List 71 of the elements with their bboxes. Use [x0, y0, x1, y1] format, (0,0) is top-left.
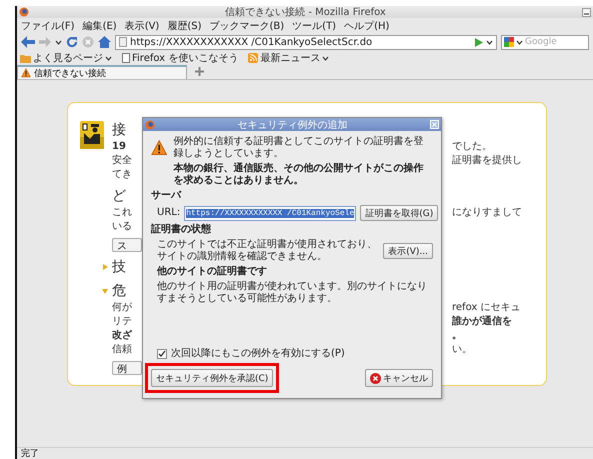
- page-text: 証明書を提供し: [452, 154, 523, 167]
- plus-icon[interactable]: [195, 67, 204, 76]
- dialog-message: 例外的に信頼する証明書としてこのサイトの証明書を登録しようとしています。: [173, 136, 424, 160]
- back-arrow-icon[interactable]: [21, 36, 35, 48]
- page-text: 。: [452, 329, 463, 342]
- page-button[interactable]: 例: [112, 361, 142, 375]
- firefox-logo-icon: [19, 7, 29, 17]
- caret-icon[interactable]: [322, 56, 330, 60]
- menu-item[interactable]: 履歴(S): [167, 18, 202, 32]
- caret-icon[interactable]: [55, 40, 62, 44]
- page-text: になりすまして: [452, 206, 523, 219]
- page-text: いる: [112, 220, 133, 233]
- page-heading: 接: [112, 121, 127, 139]
- page-text: これ: [112, 206, 133, 219]
- cancel-button[interactable]: キャンセル: [365, 369, 433, 387]
- bookmark-link[interactable]: 最新ニュース: [260, 51, 320, 65]
- dialog-title: セキュリティ例外の追加: [236, 118, 348, 132]
- get-certificate-button[interactable]: 証明書を取得(G): [360, 205, 438, 221]
- status-text: 完了: [17, 447, 593, 459]
- page-text: 誰かが通信を: [452, 314, 513, 328]
- search-field[interactable]: Google: [501, 34, 589, 50]
- warning-icon: [21, 68, 31, 78]
- section-heading[interactable]: 技: [112, 258, 126, 276]
- problem-heading: 他のサイトの証明書です: [157, 266, 267, 278]
- cancel-icon: [370, 372, 381, 384]
- checkbox[interactable]: [157, 349, 167, 359]
- section-heading[interactable]: 危: [112, 282, 126, 300]
- page-heading: ど: [112, 187, 127, 205]
- page-text: 安全: [112, 154, 133, 167]
- section-label: サーバ: [151, 190, 182, 202]
- menu-item[interactable]: ファイル(F): [21, 18, 75, 32]
- page-text: refox にセキュ: [452, 301, 522, 314]
- page-text: 19: [112, 140, 127, 152]
- problem-text: 他のサイト用の証明書が使われています。別のサイトになりすまそうとしている可能性があります。: [157, 281, 428, 305]
- page-text: 何が: [112, 301, 133, 314]
- menu-item[interactable]: ヘルプ(H): [344, 18, 390, 32]
- page-button[interactable]: ス: [112, 238, 142, 252]
- menu-item[interactable]: 表示(V): [124, 18, 160, 32]
- reload-icon[interactable]: [66, 36, 78, 48]
- url-label: URL:: [157, 207, 180, 219]
- page-text: 改ざ: [112, 328, 134, 342]
- officer-icon: [80, 121, 104, 149]
- browser-tab[interactable]: 信頼できない接続: [17, 65, 187, 79]
- page-text: い。: [452, 343, 473, 356]
- feed-icon: [248, 53, 258, 63]
- firefox-logo-icon: [145, 120, 155, 130]
- caret-icon[interactable]: [486, 40, 493, 44]
- folder-icon: [20, 54, 31, 62]
- dialog-warning: 本物の銀行、通信販売、その他の公開サイトがこの操作を求めることはありません。: [173, 163, 424, 187]
- bookmark-link[interactable]: Firefox を使いこなそう: [132, 51, 238, 65]
- menu-item[interactable]: 編集(E): [82, 18, 117, 32]
- page-text: 信頼: [112, 342, 133, 356]
- url-field[interactable]: https://XXXXXXXXXXXX /C01KankyoSelectScr.do: [115, 34, 497, 50]
- menu-item[interactable]: ツール(T): [292, 18, 336, 32]
- checkbox-label[interactable]: 次回以降にもこの例外を有効にする(P): [171, 348, 345, 360]
- status-text: このサイトでは不正な証明書が使用されており、サイトの識別情報を確認できません。: [157, 239, 378, 263]
- url-input[interactable]: https://XXXXXXXXXXXX /C01KankyoSele: [184, 206, 356, 220]
- window-title: 信頼できない接続 - Mozilla Firefox: [224, 6, 387, 19]
- page-text: てき: [112, 168, 133, 181]
- caret-icon[interactable]: [516, 40, 523, 44]
- home-icon[interactable]: [98, 36, 111, 48]
- minimize-icon[interactable]: [582, 8, 591, 16]
- confirm-exception-button[interactable]: セキュリティ例外を承認(C): [151, 369, 274, 387]
- menu-item[interactable]: ブックマーク(B): [210, 18, 284, 32]
- view-button[interactable]: 表示(V)...: [383, 243, 433, 259]
- page-text: でした。: [452, 140, 493, 153]
- url-text: https://XXXXXXXXXXXX /C01KankyoSelectScr.do: [130, 36, 374, 48]
- bookmark-link[interactable]: よく見るページ: [33, 51, 103, 65]
- page-text: リテ: [112, 315, 133, 328]
- caret-icon[interactable]: [105, 56, 112, 60]
- section-label: 証明書の状態: [151, 224, 212, 236]
